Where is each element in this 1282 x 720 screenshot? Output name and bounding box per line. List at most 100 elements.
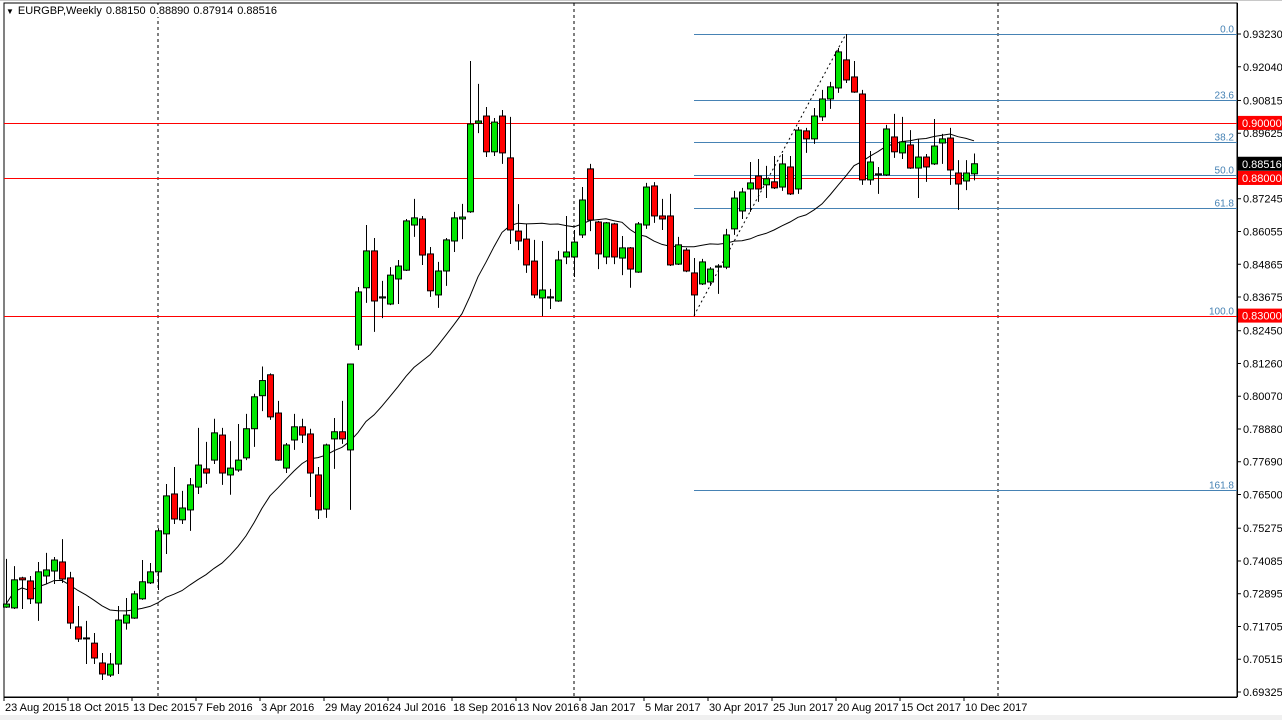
candle[interactable]: [643, 182, 650, 229]
candle-body-bull: [699, 261, 706, 285]
price-chart[interactable]: 0.0 23.6 38.2 50.0 61.8 100.0 161.8 0.93230 0.92…: [0, 1, 1282, 720]
candle-body-bull: [939, 138, 946, 144]
price-tick-label: 0.86055: [1243, 226, 1282, 238]
level-price-label: 0.90000: [1242, 118, 1282, 130]
candle-body-bear: [651, 185, 658, 217]
candle-body-bear: [891, 136, 898, 153]
candle-body-bull: [35, 571, 42, 604]
candle-body-bear: [419, 218, 426, 256]
candle-body-bear: [955, 172, 962, 185]
candle[interactable]: [883, 124, 890, 177]
price-tick-label: 0.82450: [1243, 326, 1282, 338]
candle-body-bull: [467, 123, 474, 213]
candle[interactable]: [699, 258, 706, 286]
candle-body-bear: [787, 166, 794, 195]
candle-body-bull: [363, 250, 370, 289]
candle[interactable]: [355, 286, 362, 350]
candle[interactable]: [723, 228, 730, 270]
price-tick-label: 0.92040: [1243, 62, 1282, 74]
price-tick-label: 0.93230: [1243, 29, 1282, 41]
candle[interactable]: [683, 247, 690, 273]
time-tick-label: 25 Jun 2017: [773, 702, 834, 714]
candle-body-bear: [691, 272, 698, 296]
price-tick-label: 0.69325: [1243, 687, 1282, 699]
candle[interactable]: [635, 222, 642, 273]
candle-body-bull: [147, 571, 154, 584]
candle-body-bull: [187, 484, 194, 511]
chart-header: ▼ EURGBP,Weekly 0.88150 0.88890 0.87914 …: [6, 5, 277, 17]
candle-body-bear: [755, 175, 762, 190]
price-tick-label: 0.72895: [1243, 589, 1282, 601]
price-tick-label: 0.84865: [1243, 259, 1282, 271]
candle-body-bear: [771, 181, 778, 189]
price-tick-label: 0.87245: [1243, 194, 1282, 206]
symbol-label: EURGBP,Weekly: [17, 5, 102, 17]
candle-body-bear: [171, 493, 178, 520]
time-tick-label: 15 Oct 2017: [901, 702, 961, 714]
candle-body-bear: [515, 230, 522, 242]
time-tick-label: 24 Jul 2016: [389, 702, 446, 714]
candle-body-bull: [291, 426, 298, 441]
candle-body-bear: [203, 468, 210, 474]
candle-body-bear: [275, 412, 282, 461]
candle[interactable]: [835, 48, 842, 93]
candle-body-bull: [443, 239, 450, 272]
candle-body-bear: [531, 260, 538, 296]
candle-body-bull: [811, 115, 818, 140]
time-tick-label: 30 Apr 2017: [709, 702, 768, 714]
ohlc-high: 0.88890: [149, 5, 190, 17]
candle-body-bull: [11, 579, 18, 609]
candle-body-bull: [243, 428, 250, 459]
ohlc-close: 0.88516: [237, 5, 277, 17]
candle-body-bull: [643, 186, 650, 226]
candle-body-bull: [579, 199, 586, 236]
plot-area[interactable]: [3, 2, 1238, 698]
candle[interactable]: [491, 117, 498, 156]
candle-body-bear: [267, 374, 274, 418]
time-tick-label: 10 Dec 2017: [965, 702, 1027, 714]
candle[interactable]: [403, 218, 410, 271]
candle-body-bear: [843, 59, 850, 81]
candle[interactable]: [427, 247, 434, 297]
candle-body-bull: [211, 432, 218, 461]
price-tick-label: 0.77690: [1243, 457, 1282, 469]
fib-level-label: 161.8: [1209, 481, 1234, 492]
candle[interactable]: [67, 571, 74, 629]
candle-body-bear: [627, 247, 634, 270]
candle-body-bull: [51, 559, 58, 572]
candle-body-bull: [115, 619, 122, 665]
candle-body-bear: [659, 215, 666, 220]
candle-body-bull: [411, 217, 418, 226]
candle-body-bull: [915, 156, 922, 169]
price-tick-label: 0.89625: [1243, 128, 1282, 140]
price-tick-label: 0.78880: [1243, 424, 1282, 436]
candle[interactable]: [323, 443, 330, 518]
candle-body-bull: [155, 530, 162, 573]
candle-body-bull: [827, 86, 834, 100]
candle-body-bear: [507, 157, 514, 231]
candle-body-bear: [851, 76, 858, 93]
candle-body-bear: [67, 577, 74, 624]
level-price-label: 0.88000: [1242, 173, 1282, 185]
time-tick-label: 20 Aug 2017: [837, 702, 899, 714]
price-tick-label: 0.74085: [1243, 556, 1282, 568]
candle[interactable]: [283, 443, 290, 474]
candle-body-bull: [715, 265, 722, 268]
candle[interactable]: [267, 373, 274, 420]
candle-body-bear: [91, 642, 98, 659]
candle[interactable]: [131, 590, 138, 619]
candle-body-bull: [763, 178, 770, 186]
time-tick-label: 29 May 2016: [325, 702, 389, 714]
candle-body-bull: [283, 444, 290, 469]
candle-body-bear: [339, 431, 346, 440]
collapse-triangle-icon[interactable]: ▼: [6, 7, 14, 16]
candle-body-bear: [523, 238, 530, 266]
price-tick-label: 0.71705: [1243, 621, 1282, 633]
candle-body-bull: [3, 603, 10, 608]
candle[interactable]: [795, 127, 802, 194]
price-tick-label: 0.83675: [1243, 292, 1282, 304]
candle-body-bear: [923, 156, 930, 168]
candle-body-bull: [675, 244, 682, 265]
candle[interactable]: [859, 89, 866, 185]
price-tick-label: 0.75275: [1243, 523, 1282, 535]
